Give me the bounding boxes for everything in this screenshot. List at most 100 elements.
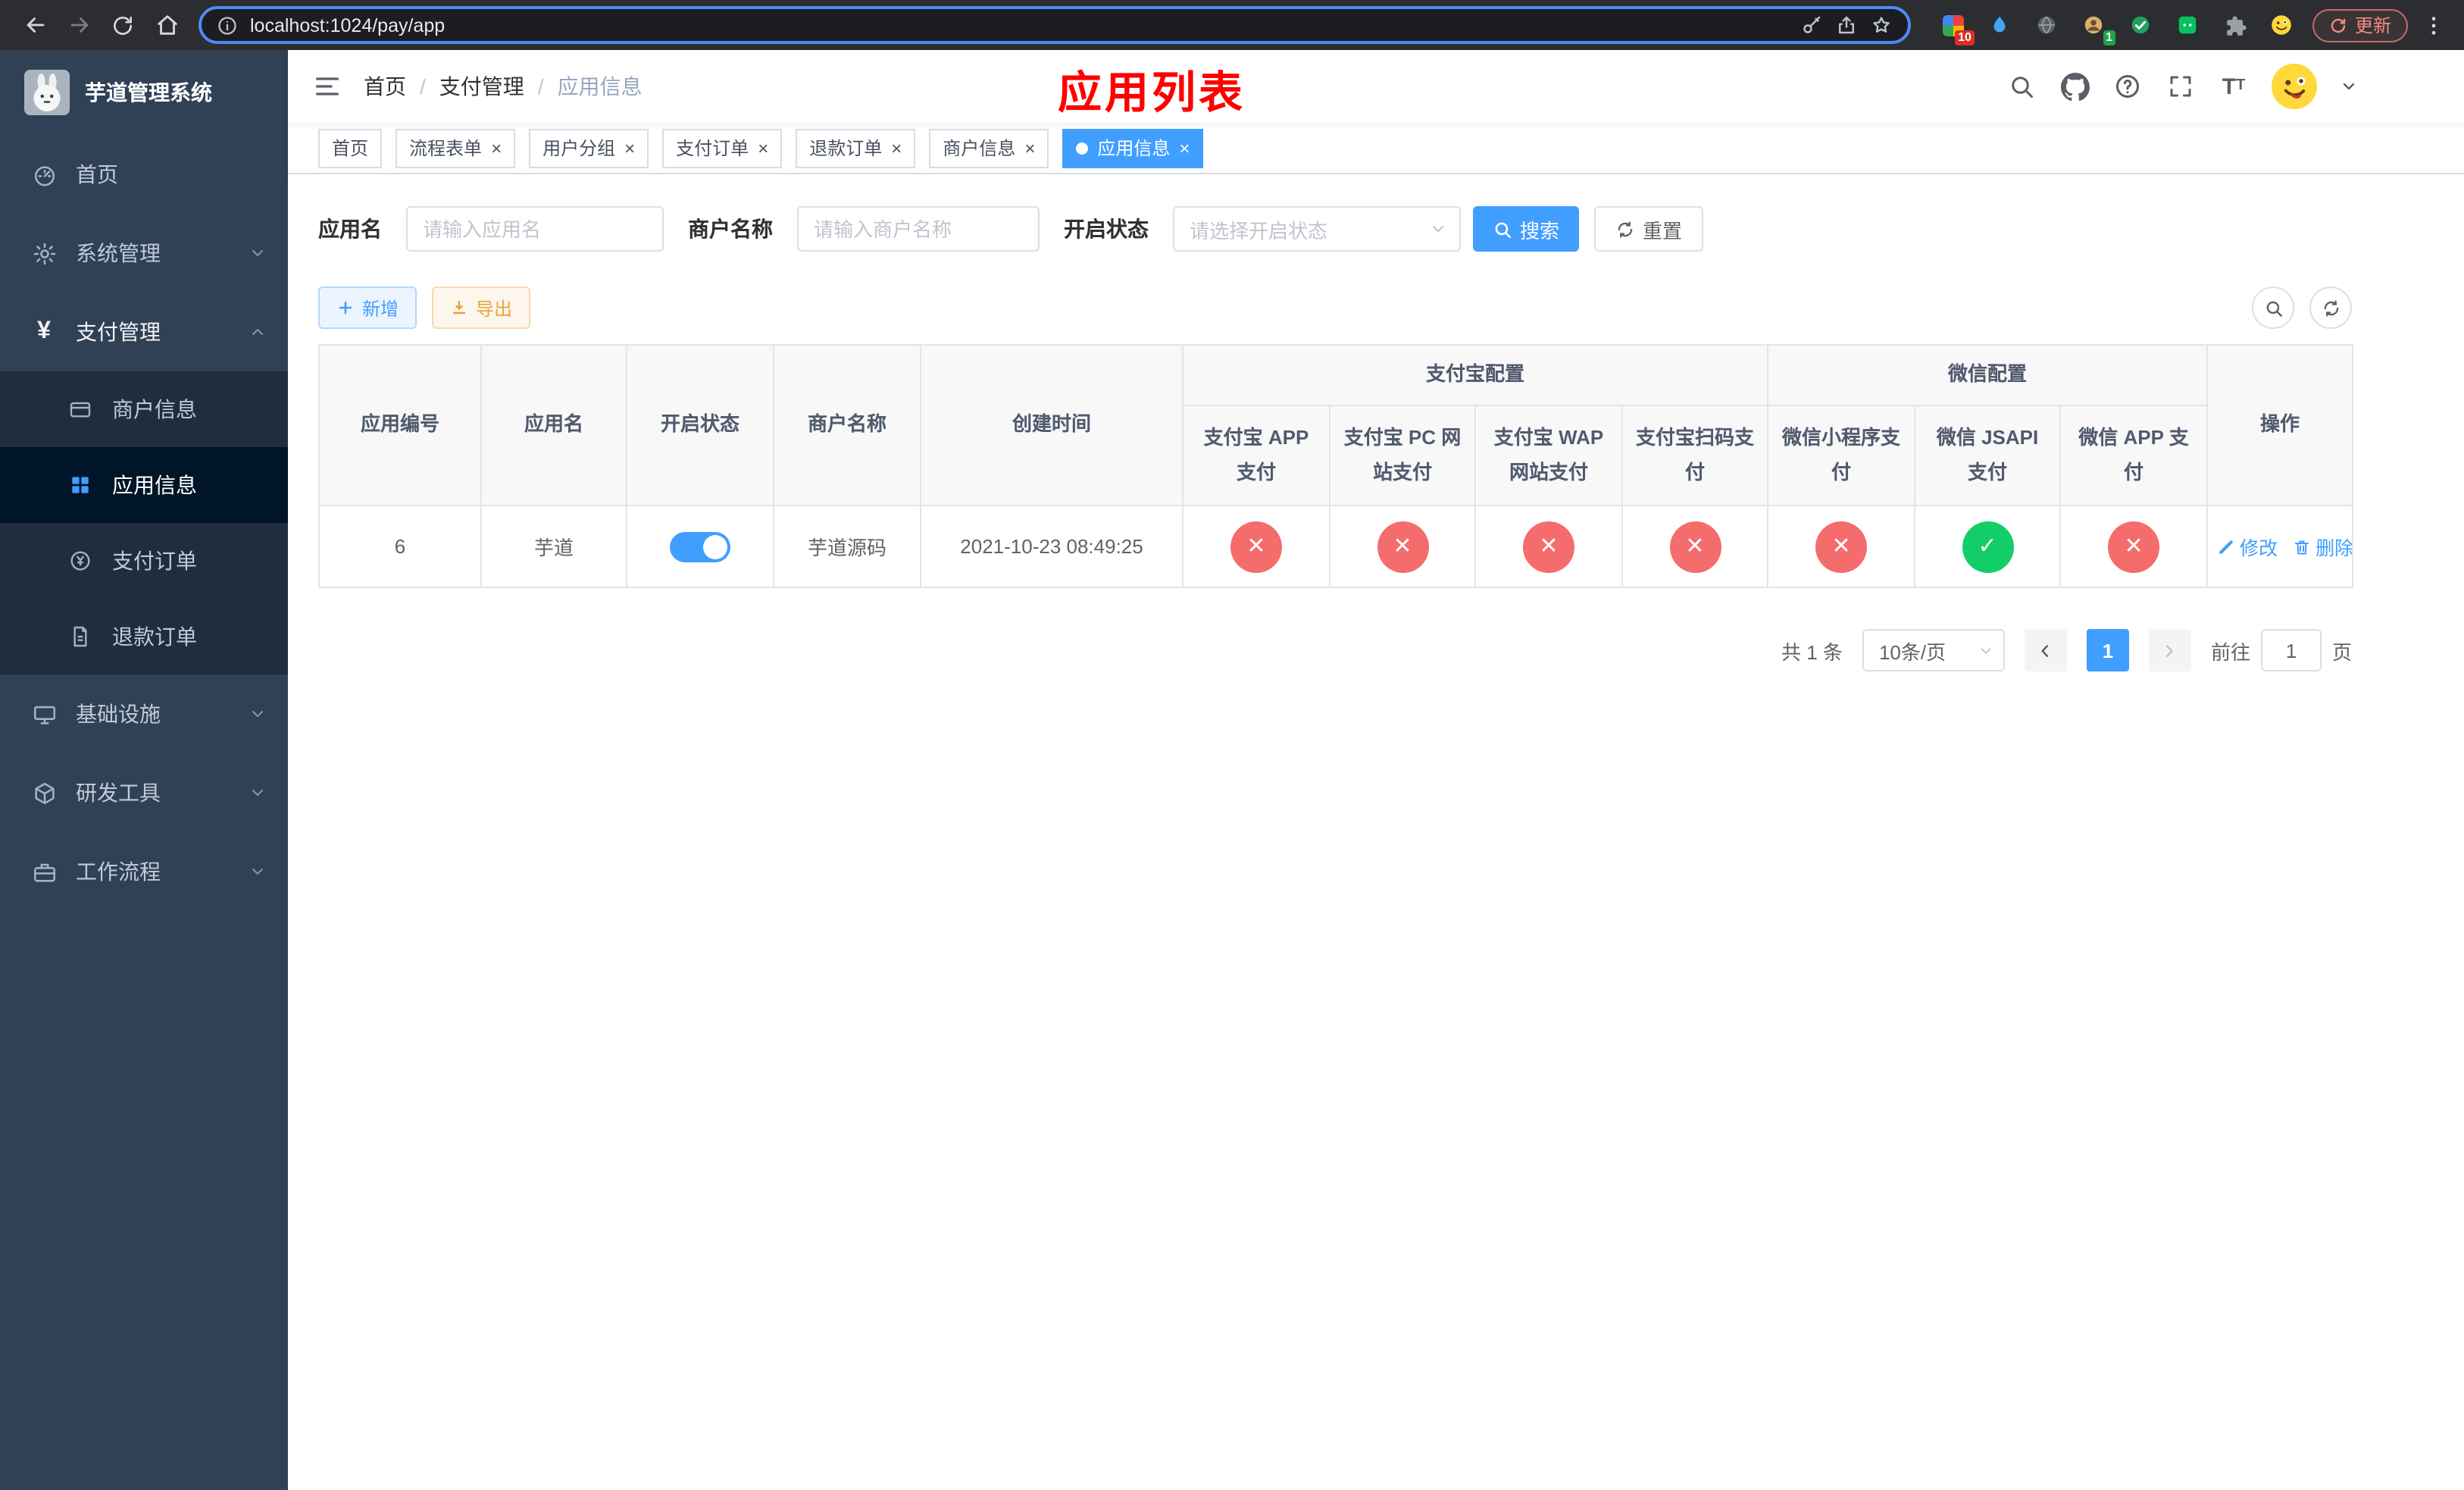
cell-alipay-qr: ✕: [1621, 505, 1769, 588]
sidebar-item-home[interactable]: 首页: [0, 135, 288, 214]
check-extension-icon[interactable]: [2128, 11, 2155, 39]
page-size-select[interactable]: 10条/页: [1862, 629, 2005, 671]
sidebar-item-refund-orders[interactable]: 退款订单: [0, 599, 288, 675]
tab-label: 退款订单: [809, 138, 883, 159]
cell-wx-jsapi: ✓: [1914, 505, 2062, 588]
edit-link-label: 修改: [2240, 538, 2278, 559]
tab-label: 首页: [332, 138, 369, 159]
chat-extension-icon[interactable]: [2175, 11, 2202, 39]
page-number-button[interactable]: 1: [2086, 629, 2129, 671]
cell-alipay-wap: ✕: [1474, 505, 1623, 588]
sidebar-item-label: 退款订单: [112, 624, 197, 649]
status-select[interactable]: 请选择开启状态: [1173, 206, 1461, 252]
sidebar-item-merchant-info[interactable]: 商户信息: [0, 371, 288, 447]
password-key-icon[interactable]: [1800, 14, 1823, 36]
home-button[interactable]: [147, 5, 186, 45]
next-page-button[interactable]: [2148, 629, 2191, 671]
chrome-menu-button[interactable]: [2419, 13, 2449, 37]
chrome-update-button[interactable]: 更新: [2312, 8, 2408, 42]
tab-app-info[interactable]: 应用信息 ×: [1062, 128, 1204, 167]
tab-pay-orders[interactable]: 支付订单 ×: [662, 128, 783, 167]
chevron-down-icon: [249, 784, 267, 802]
sidebar-item-dev-tools[interactable]: 研发工具: [0, 753, 288, 832]
delete-link[interactable]: 删除: [2293, 532, 2351, 561]
extension-badge: 1: [2103, 30, 2115, 45]
share-icon[interactable]: [1835, 14, 1858, 36]
drop-extension-icon[interactable]: [1987, 11, 2014, 39]
goto-page-input[interactable]: [2260, 629, 2322, 671]
add-button[interactable]: 新增: [318, 286, 417, 329]
sidebar-item-infrastructure[interactable]: 基础设施: [0, 675, 288, 753]
forward-button[interactable]: [59, 5, 98, 45]
globe-extension-icon[interactable]: [2034, 11, 2061, 39]
reload-button[interactable]: [103, 5, 142, 45]
header-search-icon[interactable]: [2006, 71, 2037, 102]
sidebar-item-label: 首页: [76, 162, 118, 186]
sidebar-item-payment[interactable]: ¥ 支付管理: [0, 293, 288, 371]
tab-close-icon[interactable]: ×: [624, 139, 635, 157]
app-name-input[interactable]: [406, 206, 664, 252]
cell-app-id: 6: [318, 505, 482, 588]
breadcrumb-payment[interactable]: 支付管理: [439, 71, 524, 102]
tab-close-icon[interactable]: ×: [1024, 139, 1035, 157]
merchant-name-input[interactable]: [797, 206, 1040, 252]
breadcrumb-home[interactable]: 首页: [364, 71, 406, 102]
breadcrumb-separator: /: [537, 74, 544, 99]
back-button[interactable]: [15, 5, 55, 45]
sidebar-toggle-button[interactable]: [312, 71, 342, 102]
chevron-down-icon: [1429, 220, 1447, 238]
group-header-wechat: 微信配置: [1767, 344, 2209, 406]
refresh-table-button[interactable]: [2309, 286, 2352, 329]
tab-label: 用户分组: [543, 138, 616, 159]
tab-merchant-info[interactable]: 商户信息 ×: [929, 128, 1049, 167]
tab-refund-orders[interactable]: 退款订单 ×: [796, 128, 916, 167]
github-icon[interactable]: [2059, 71, 2090, 102]
tab-close-icon[interactable]: ×: [1179, 139, 1190, 157]
cell-app-name: 芋道: [480, 505, 627, 588]
merchant-name-label: 商户名称: [688, 217, 773, 241]
sidebar-item-label: 应用信息: [112, 473, 197, 497]
tab-home[interactable]: 首页: [318, 128, 383, 167]
status-circle: ✕: [1523, 521, 1574, 572]
avatar-extension-icon[interactable]: 1: [2081, 11, 2115, 45]
sidebar-logo[interactable]: 芋道管理系统: [0, 50, 288, 135]
font-size-icon[interactable]: TT: [2219, 71, 2249, 102]
bookmark-star-icon[interactable]: [1870, 14, 1893, 36]
app-title: 芋道管理系统: [85, 80, 212, 105]
profile-avatar-icon[interactable]: [2269, 11, 2296, 39]
search-icon: [2265, 300, 2281, 316]
user-avatar[interactable]: [2272, 64, 2317, 109]
help-icon[interactable]: [2112, 71, 2143, 102]
url-bar[interactable]: localhost:1024/pay/app: [199, 6, 1911, 44]
fullscreen-icon[interactable]: [2165, 71, 2196, 102]
tab-user-group[interactable]: 用户分组 ×: [529, 128, 649, 167]
update-icon: [2331, 17, 2346, 33]
tab-close-icon[interactable]: ×: [491, 139, 502, 157]
reset-button[interactable]: 重置: [1594, 206, 1704, 252]
grid-extension-icon[interactable]: 10: [1940, 11, 1975, 45]
caret-down-icon[interactable]: [2340, 77, 2358, 95]
chevron-down-icon: [249, 705, 267, 723]
sidebar-item-app-info[interactable]: 应用信息: [0, 447, 288, 523]
refresh-icon: [2323, 299, 2338, 316]
tab-process-form[interactable]: 流程表单 ×: [396, 128, 516, 167]
edit-link[interactable]: 修改: [2217, 532, 2278, 561]
col-header-wx-jsapi: 微信 JSAPI 支付: [1914, 405, 2062, 506]
cell-status: [626, 505, 774, 588]
toggle-search-button[interactable]: [2252, 286, 2294, 329]
site-info-icon[interactable]: [217, 14, 238, 36]
puzzle-extension-icon[interactable]: [2222, 11, 2249, 39]
tab-close-icon[interactable]: ×: [758, 139, 768, 157]
sidebar-item-system[interactable]: 系统管理: [0, 214, 288, 293]
sidebar-item-workflow[interactable]: 工作流程: [0, 832, 288, 911]
search-button[interactable]: 搜索: [1473, 206, 1580, 252]
status-toggle[interactable]: [670, 531, 730, 562]
tab-close-icon[interactable]: ×: [891, 139, 902, 157]
col-header-merchant: 商户名称: [773, 344, 921, 506]
chevron-down-icon: [249, 862, 267, 881]
export-button-label: 导出: [476, 298, 513, 319]
export-button[interactable]: 导出: [432, 286, 531, 329]
prev-page-button[interactable]: [2024, 629, 2067, 671]
goto-prefix: 前往: [2210, 640, 2250, 663]
sidebar-item-pay-orders[interactable]: 支付订单: [0, 523, 288, 599]
